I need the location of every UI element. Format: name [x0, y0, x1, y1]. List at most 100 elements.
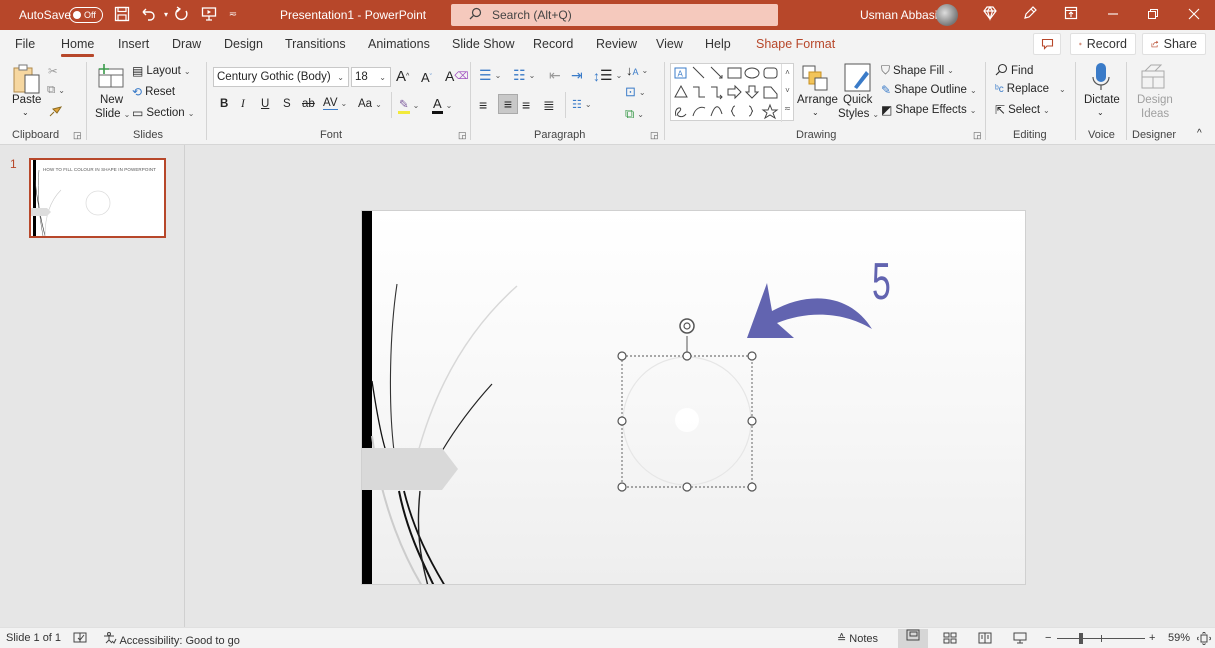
accessibility-button[interactable]: Accessibility: Good to go: [103, 632, 240, 647]
search-box[interactable]: Search (Alt+Q): [451, 4, 778, 26]
tab-slide-show[interactable]: Slide Show: [452, 37, 515, 51]
cut-icon[interactable]: ✂: [48, 64, 58, 78]
design-ideas-button[interactable]: [1139, 63, 1167, 94]
tab-review[interactable]: Review: [596, 37, 637, 51]
arrange-button[interactable]: [801, 64, 829, 95]
line-spacing-button[interactable]: ↕ ☰ ⌄: [593, 67, 622, 84]
close-icon[interactable]: [1184, 5, 1204, 25]
notes-button[interactable]: ≙ Notes: [837, 632, 878, 645]
gallery-scroll[interactable]: ˄ ˅ ≂: [781, 64, 793, 122]
redo-icon[interactable]: [173, 6, 191, 24]
font-launcher-icon[interactable]: ◲: [458, 130, 467, 141]
comments-button[interactable]: [1033, 33, 1061, 55]
zoom-out-button[interactable]: −: [1045, 632, 1051, 644]
new-slide-label-2[interactable]: Slide ⌄: [95, 108, 130, 120]
align-center-icon[interactable]: ≡: [498, 94, 518, 114]
spelling-check-icon[interactable]: [73, 632, 87, 647]
shape-outline-button[interactable]: ✎ Shape Outline ⌄: [881, 83, 977, 97]
convert-smartart-button[interactable]: ⧉ ⌄: [625, 106, 644, 122]
shape-fill-button[interactable]: ⛉ Shape Fill ⌄: [881, 63, 954, 78]
collapse-ribbon-icon[interactable]: ^: [1197, 128, 1202, 139]
customize-toolbar-icon[interactable]: ≂: [224, 6, 242, 24]
layout-button[interactable]: ▤ Layout ⌄: [132, 64, 191, 78]
dictate-button[interactable]: [1091, 62, 1111, 95]
dictate-dropdown-icon[interactable]: ⌄: [1097, 108, 1104, 117]
text-direction-button[interactable]: ↓A ⌄: [626, 63, 648, 78]
gallery-up-icon[interactable]: ˄: [782, 64, 793, 82]
tab-shape-format[interactable]: Shape Format: [756, 37, 835, 51]
tab-home[interactable]: Home: [61, 37, 95, 57]
paste-label[interactable]: Paste: [12, 94, 41, 106]
reading-view-icon[interactable]: [978, 632, 992, 647]
paste-dropdown-icon[interactable]: ⌄: [22, 108, 29, 117]
tab-transitions[interactable]: Transitions: [285, 37, 346, 51]
drawing-launcher-icon[interactable]: ◲: [973, 130, 982, 141]
font-name-select[interactable]: Century Gothic (Body) ⌄: [213, 67, 349, 87]
arrange-label[interactable]: Arrange: [797, 94, 838, 106]
select-button[interactable]: ⇱ Select ⌄: [995, 103, 1050, 117]
shapes-gallery[interactable]: A ˄ ˅ ≂: [670, 63, 794, 122]
restore-icon[interactable]: [1143, 5, 1163, 25]
font-color-button[interactable]: A ⌄: [432, 96, 452, 114]
copy-icon[interactable]: ⧉ ⌄: [47, 84, 65, 97]
arrange-dropdown-icon[interactable]: ⌄: [812, 108, 819, 117]
start-slideshow-icon[interactable]: [200, 6, 218, 24]
tab-file[interactable]: File: [15, 37, 35, 51]
autosave-toggle[interactable]: Off: [69, 7, 103, 23]
replace-button[interactable]: ᵇc Replace ⌄: [995, 83, 1066, 95]
premium-diamond-icon[interactable]: [980, 5, 1000, 25]
character-spacing-button[interactable]: AV ⌄: [323, 97, 347, 110]
clear-formatting-icon[interactable]: A ⌫: [445, 68, 468, 84]
tab-view[interactable]: View: [656, 37, 683, 51]
zoom-slider-thumb[interactable]: [1078, 633, 1083, 644]
minimize-icon[interactable]: [1103, 5, 1123, 25]
change-case-button[interactable]: Aa ⌄: [358, 98, 382, 110]
font-size-select[interactable]: 18 ⌄: [351, 67, 391, 87]
quick-styles-button[interactable]: [844, 63, 872, 96]
text-shadow-button[interactable]: S: [283, 98, 291, 110]
tab-help[interactable]: Help: [705, 37, 731, 51]
gallery-more-icon[interactable]: ≂: [782, 100, 793, 118]
paste-button[interactable]: [12, 63, 42, 98]
new-slide-label-1[interactable]: New: [100, 94, 123, 106]
format-painter-icon[interactable]: [48, 104, 62, 118]
clipboard-launcher-icon[interactable]: ◲: [73, 130, 82, 141]
tab-design[interactable]: Design: [224, 37, 263, 51]
justify-icon[interactable]: ≣: [543, 97, 555, 114]
share-button[interactable]: Share: [1142, 33, 1206, 55]
slideshow-view-icon[interactable]: [1013, 632, 1027, 647]
new-slide-button[interactable]: [96, 63, 126, 94]
design-ideas-label-2[interactable]: Ideas: [1141, 108, 1169, 120]
zoom-in-button[interactable]: +: [1149, 632, 1155, 644]
increase-indent-icon[interactable]: ⇥: [571, 67, 583, 84]
paragraph-launcher-icon[interactable]: ◲: [650, 130, 659, 141]
underline-button[interactable]: U: [261, 98, 269, 110]
slide[interactable]: 5: [361, 210, 1026, 585]
fit-slide-to-window-icon[interactable]: [1196, 631, 1212, 648]
ribbon-display-options-icon[interactable]: [1061, 5, 1081, 25]
gallery-down-icon[interactable]: ˅: [782, 82, 793, 100]
pen-icon[interactable]: [1020, 5, 1040, 25]
tab-insert[interactable]: Insert: [118, 37, 149, 51]
tab-draw[interactable]: Draw: [172, 37, 201, 51]
align-right-icon[interactable]: ≡: [522, 97, 530, 113]
align-left-icon[interactable]: ≡: [479, 97, 487, 113]
increase-font-size-button[interactable]: A ^: [396, 68, 409, 85]
section-button[interactable]: ▭ Section ⌄: [132, 106, 194, 120]
shape-effects-button[interactable]: ◩ Shape Effects ⌄: [881, 103, 976, 117]
decrease-indent-icon[interactable]: ⇤: [549, 67, 561, 84]
user-name[interactable]: Usman Abbasi: [860, 8, 937, 22]
bullets-button[interactable]: ☰ ⌄: [479, 67, 501, 84]
quick-styles-label-1[interactable]: Quick: [843, 94, 872, 106]
highlight-color-button[interactable]: ✎ ⌄: [398, 97, 419, 114]
bold-button[interactable]: B: [220, 98, 228, 110]
quick-styles-label-2[interactable]: Styles ⌄: [838, 108, 879, 120]
zoom-level[interactable]: 59%: [1168, 632, 1190, 644]
user-avatar[interactable]: [936, 4, 958, 26]
strikethrough-button[interactable]: ab: [302, 98, 315, 110]
reset-button[interactable]: ⟲ Reset: [132, 85, 175, 99]
numbering-button[interactable]: ☷ ⌄: [513, 67, 535, 84]
columns-button[interactable]: ☷ ⌄: [572, 98, 592, 111]
save-icon[interactable]: [113, 6, 131, 24]
undo-icon[interactable]: [139, 6, 157, 24]
